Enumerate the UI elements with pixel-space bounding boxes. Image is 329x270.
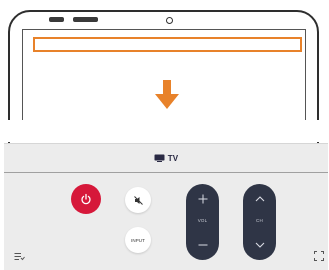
volume-label: VOL — [197, 218, 208, 223]
power-button[interactable] — [71, 184, 101, 214]
expand-icon — [314, 251, 324, 261]
device-title: TV — [167, 153, 179, 163]
plus-icon — [198, 194, 207, 204]
phone-screen-edge — [22, 29, 23, 120]
arrow-down-icon — [155, 80, 179, 109]
volume-down-button[interactable] — [186, 234, 219, 256]
channel-up-button[interactable] — [243, 188, 276, 210]
phone-screen-edge — [305, 29, 306, 120]
minus-icon — [198, 244, 207, 246]
channel-rocker: CH — [243, 184, 276, 260]
expand-button[interactable] — [312, 249, 326, 263]
illustration-cut — [0, 120, 329, 142]
mute-button[interactable] — [125, 187, 151, 213]
mute-icon — [133, 195, 143, 205]
channel-label: CH — [256, 218, 263, 223]
power-icon — [81, 193, 91, 205]
channel-down-button[interactable] — [243, 234, 276, 256]
volume-up-button[interactable] — [186, 188, 219, 210]
input-button[interactable]: INPUT — [125, 227, 151, 253]
chevron-down-icon — [255, 242, 264, 248]
volume-rocker: VOL — [186, 184, 219, 260]
input-label: INPUT — [131, 237, 145, 243]
remote-control-panel: TV INPUT VOL CH — [4, 143, 328, 270]
phone-side-button — [49, 17, 64, 22]
page: TV INPUT VOL CH — [0, 0, 329, 270]
tv-icon — [154, 154, 165, 162]
settings-list-button[interactable] — [12, 249, 26, 263]
phone-camera-icon — [166, 17, 173, 24]
phone-side-button — [73, 17, 98, 22]
chevron-up-icon — [255, 196, 264, 202]
remote-header: TV — [4, 144, 328, 173]
status-bar-highlight — [33, 37, 302, 52]
phone-screen-edge — [22, 29, 306, 30]
settings-list-icon — [14, 252, 25, 260]
